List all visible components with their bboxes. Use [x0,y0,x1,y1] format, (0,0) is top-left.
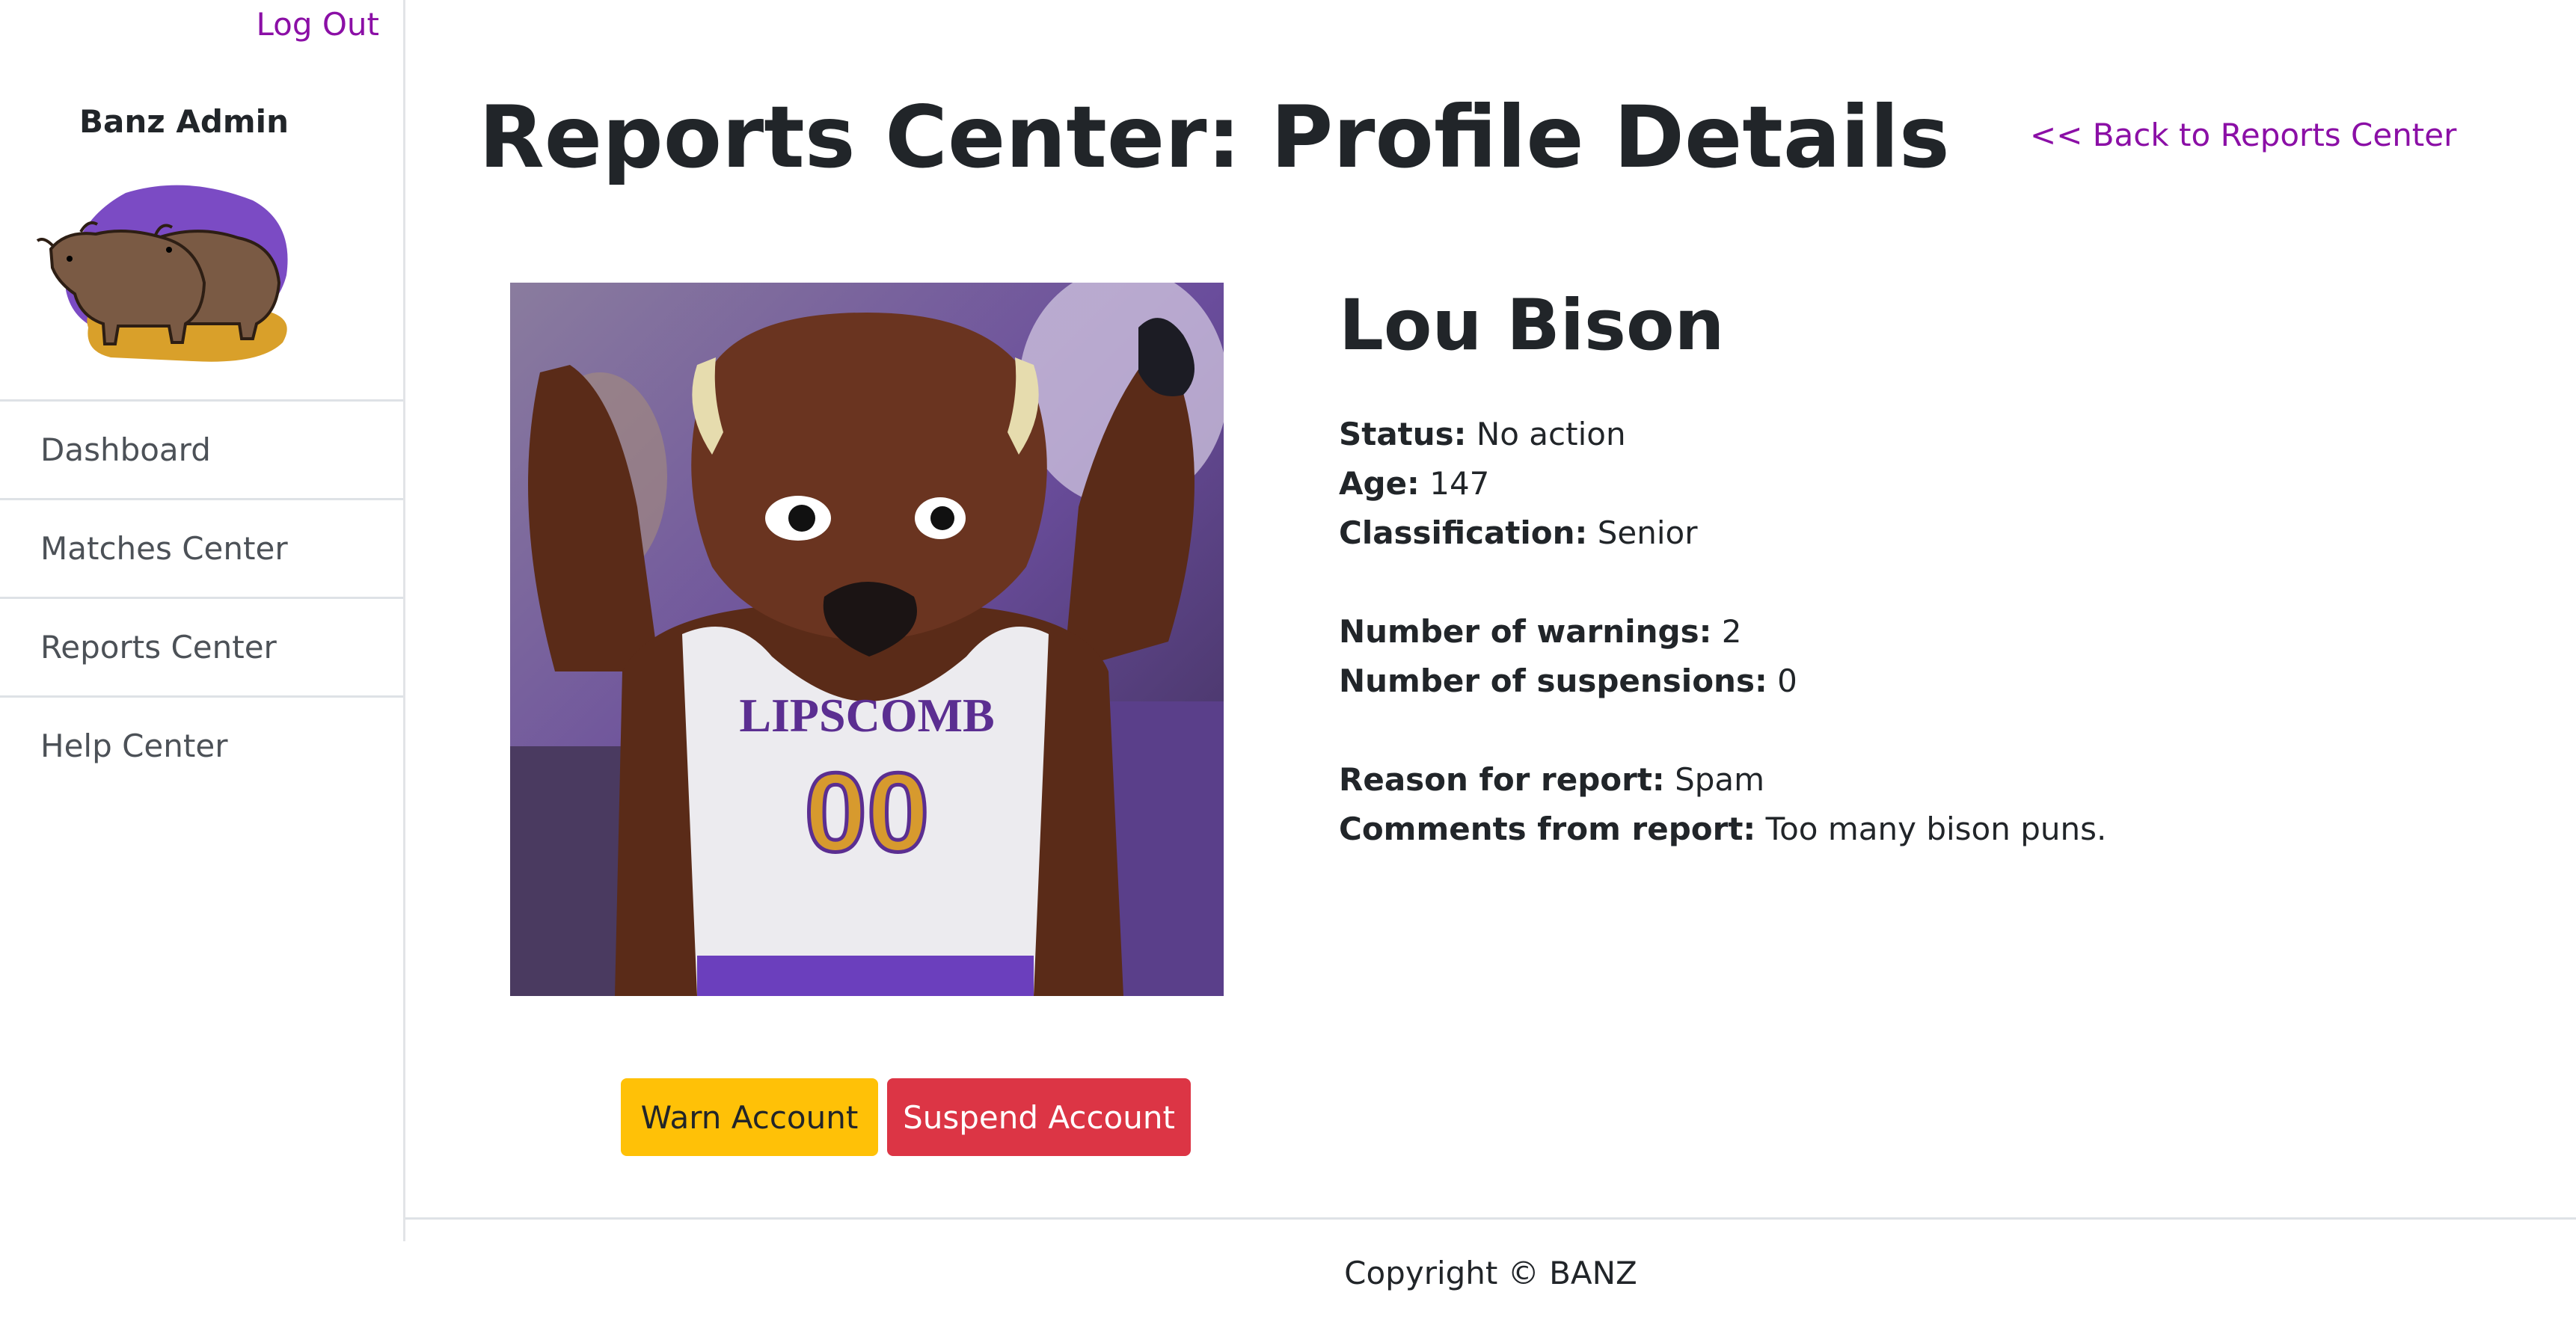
classification-value: Senior [1597,514,1698,551]
comments-label: Comments from report: [1339,811,1756,847]
sidebar-item-dashboard[interactable]: Dashboard [0,399,403,498]
age-row: Age: 147 [1339,459,2106,508]
classification-row: Classification: Senior [1339,508,2106,558]
brand-name: Banz Admin [79,103,289,140]
logout-link[interactable]: Log Out [256,6,379,43]
bison-logo [36,185,288,362]
status-label: Status: [1339,416,1467,452]
suspensions-row: Number of suspensions: 0 [1339,657,2106,706]
footer-copyright: Copyright © BANZ [1344,1255,1637,1291]
profile-name: Lou Bison [1339,285,1725,366]
reason-value: Spam [1675,761,1765,798]
age-value: 147 [1429,465,1490,502]
jersey-number: 00 [805,749,930,875]
mascot-image: LIPSCOMB 00 [510,283,1224,996]
comments-value: Too many bison puns. [1765,811,2107,847]
sidebar-item-help-center[interactable]: Help Center [0,695,403,794]
profile-photo: LIPSCOMB 00 [510,283,1224,996]
warnings-value: 2 [1721,613,1742,650]
sidebar-item-reports-center[interactable]: Reports Center [0,597,403,695]
age-label: Age: [1339,465,1420,502]
status-row: Status: No action [1339,410,2106,459]
sidebar-item-matches-center[interactable]: Matches Center [0,498,403,597]
warnings-row: Number of warnings: 2 [1339,607,2106,657]
warnings-label: Number of warnings: [1339,613,1712,650]
status-value: No action [1476,416,1626,452]
reason-label: Reason for report: [1339,761,1665,798]
reason-row: Reason for report: Spam [1339,755,2106,805]
suspensions-value: 0 [1777,663,1797,699]
classification-label: Classification: [1339,514,1588,551]
comments-row: Comments from report: Too many bison pun… [1339,805,2106,854]
sidebar-nav: Dashboard Matches Center Reports Center … [0,399,403,794]
suspend-account-button[interactable]: Suspend Account [887,1078,1191,1156]
back-to-reports-link[interactable]: << Back to Reports Center [2030,117,2456,153]
jersey-text: LIPSCOMB [739,689,994,742]
suspensions-label: Number of suspensions: [1339,663,1767,699]
page-title: Reports Center: Profile Details [479,87,1950,187]
footer-divider [405,1217,2576,1220]
warn-account-button[interactable]: Warn Account [621,1078,878,1156]
sidebar: Log Out Banz Admin Dashboard Matches Cen… [0,0,405,1241]
profile-details: Status: No action Age: 147 Classificatio… [1339,410,2106,854]
